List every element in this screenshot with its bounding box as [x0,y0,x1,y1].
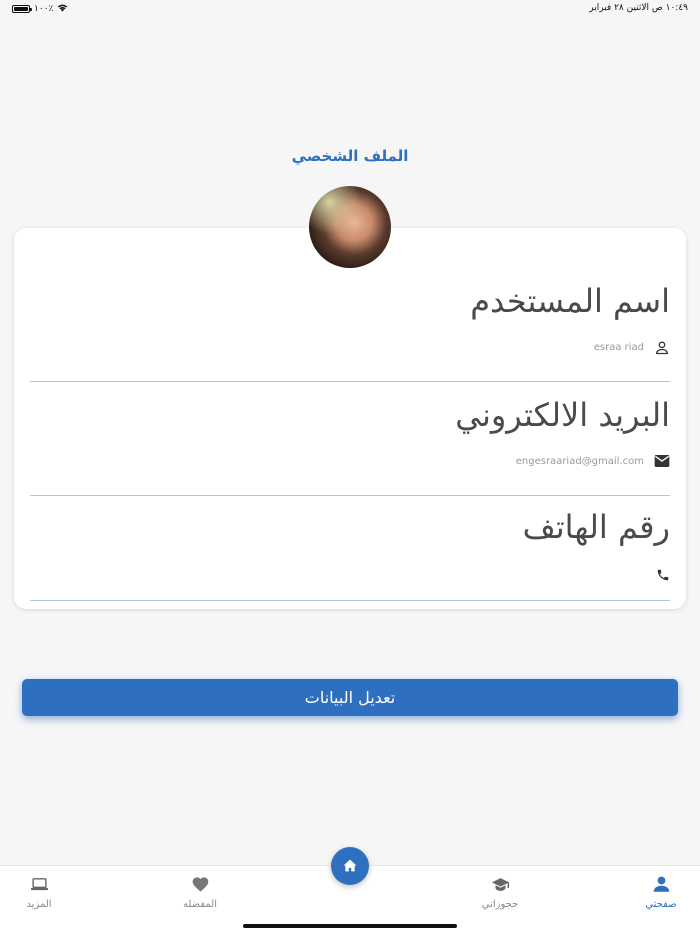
phone-field: رقم الهاتف [30,508,670,601]
laptop-icon [0,874,79,894]
status-bar: ١٠٠٪ ١٠:٤٩ ص الاثنين ٢٨ فبراير [0,0,700,18]
phone-row [646,568,670,582]
edit-data-button[interactable]: تعديل البيانات [22,679,678,716]
tab-bookings-label: حجوزاتي [481,899,519,910]
wifi-icon [57,3,68,15]
email-label: البريد الالكتروني [455,396,670,434]
graduation-cap-icon [460,874,540,894]
mail-icon [654,454,670,468]
battery-icon [12,5,32,13]
home-indicator [243,924,457,928]
divider [30,495,670,496]
phone-label: رقم الهاتف [522,508,670,546]
person-outline-icon [654,339,670,356]
email-row: engesraariad@gmail.com [516,454,670,468]
person-icon [621,874,700,894]
avatar[interactable] [309,186,391,268]
home-button[interactable] [331,847,369,885]
tab-my-page[interactable]: صفحتي [621,874,700,910]
tab-more-label: المزيد [26,899,52,910]
home-icon [343,857,357,876]
status-datetime: ١٠:٤٩ ص الاثنين ٢٨ فبراير [589,3,688,13]
tab-favorites[interactable]: المفضله [160,874,240,910]
divider [30,600,670,601]
tab-favorites-label: المفضله [182,899,217,910]
tab-bookings[interactable]: حجوزاتي [460,874,540,910]
username-value[interactable]: esraa riad [594,342,644,353]
tab-more[interactable]: المزيد [0,874,79,910]
status-left: ١٠٠٪ [12,3,68,15]
username-row: esraa riad [594,339,670,356]
heart-icon [160,874,240,894]
username-label: اسم المستخدم [470,282,670,320]
phone-icon [656,568,670,582]
tab-my-page-label: صفحتي [645,899,677,910]
divider [30,381,670,382]
battery-percent: ١٠٠٪ [34,4,54,14]
email-value[interactable]: engesraariad@gmail.com [516,456,644,467]
page-title: الملف الشخصي [291,147,409,165]
username-field: اسم المستخدم esraa riad [30,282,670,382]
email-field: البريد الالكتروني engesraariad@gmail.com [30,396,670,496]
